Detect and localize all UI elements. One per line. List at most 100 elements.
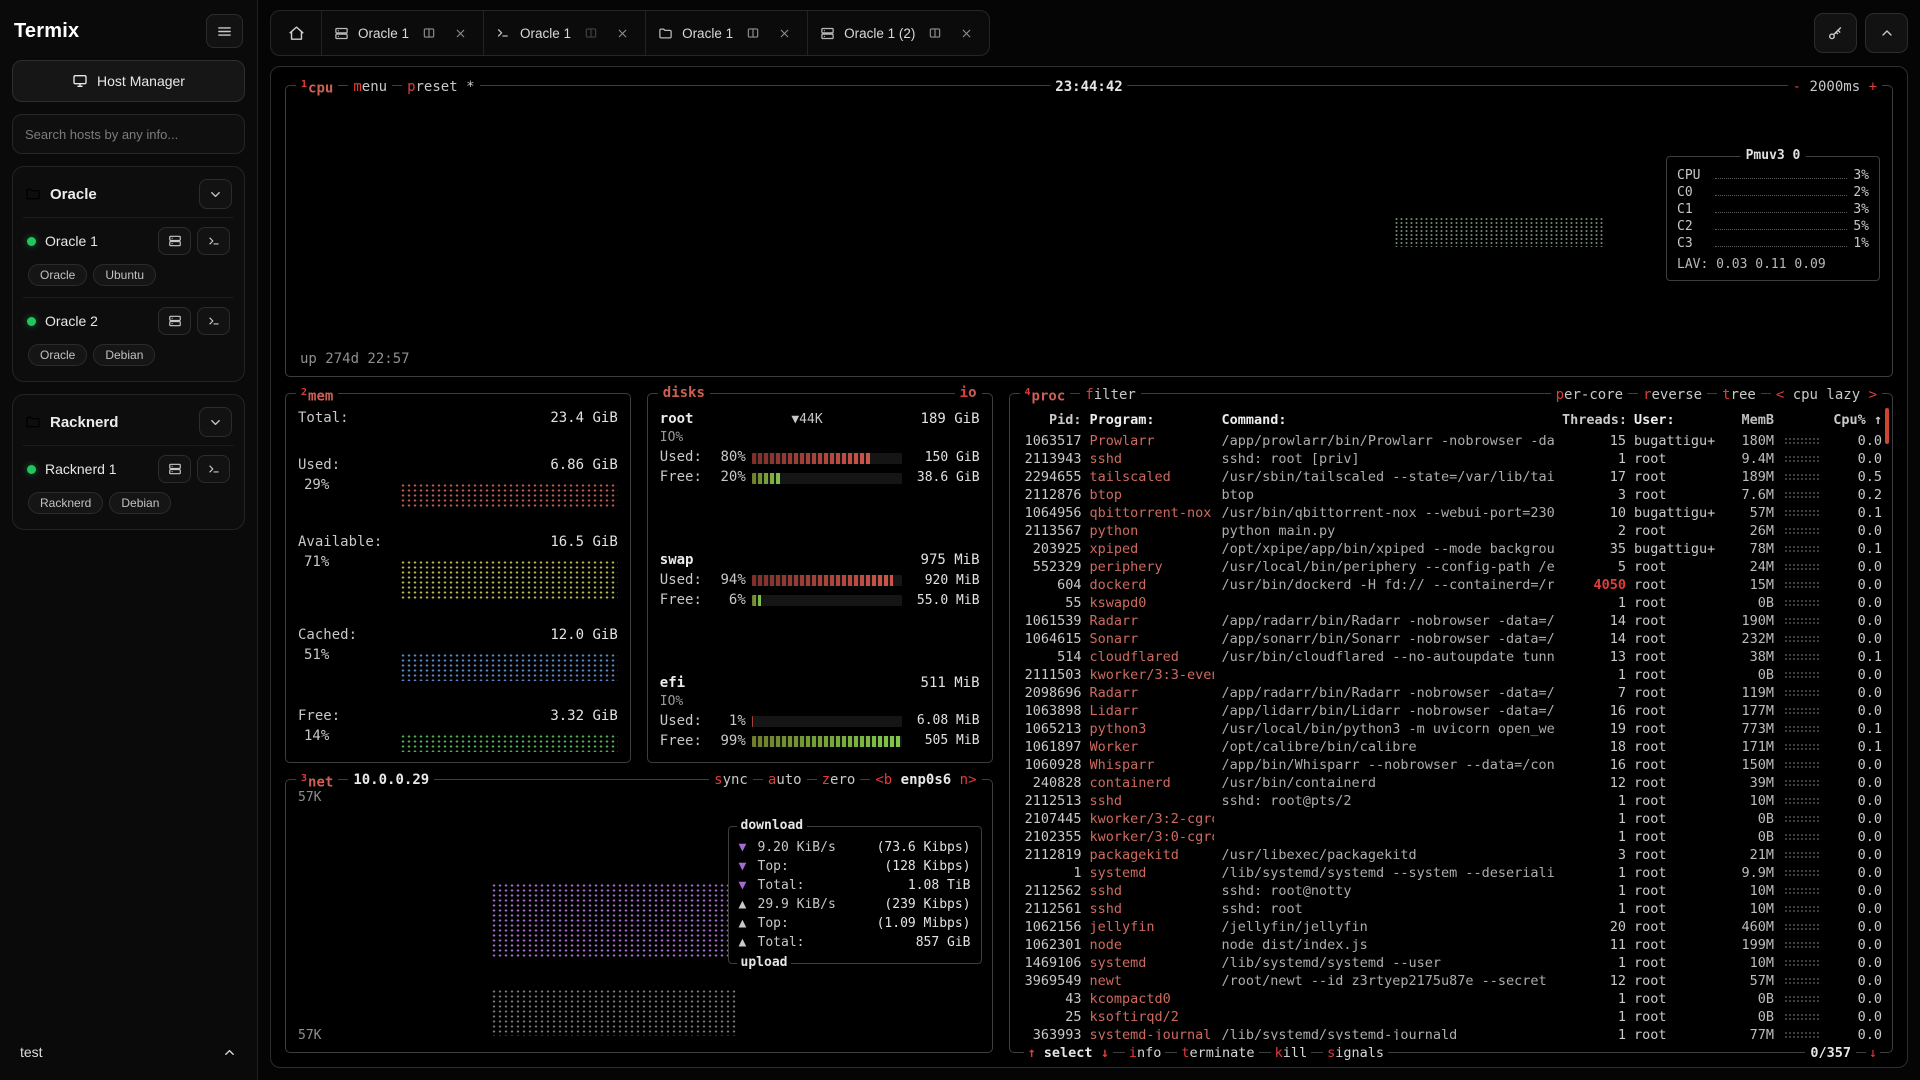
net-interface-switcher[interactable]: <b enp0s6 n>: [870, 771, 981, 789]
process-row[interactable]: 1060928 Whisparr /app/bin/Whisparr --nob…: [1020, 756, 1882, 774]
process-row[interactable]: 43 kcompactd0 1 root 0B 0.0: [1020, 990, 1882, 1008]
host-terminal-button[interactable]: [197, 307, 230, 335]
sidebar-toggle-button[interactable]: [206, 14, 243, 48]
update-interval-control[interactable]: - 2000ms +: [1788, 78, 1882, 96]
collapse-topbar-button[interactable]: [1865, 13, 1908, 53]
process-row[interactable]: 2098696 Radarr /app/radarr/bin/Radarr -n…: [1020, 684, 1882, 702]
split-view-button[interactable]: [742, 22, 764, 44]
process-scrollbar[interactable]: [1885, 408, 1889, 444]
process-row[interactable]: 2113943 sshd sshd: root [priv] 1 root 9.…: [1020, 450, 1882, 468]
group-collapse-button[interactable]: [199, 407, 232, 437]
preset-button[interactable]: preset *: [402, 78, 479, 96]
tab-files-oracle1[interactable]: Oracle 1: [645, 11, 807, 55]
host-connect-button[interactable]: [158, 227, 191, 255]
close-tab-button[interactable]: [611, 22, 633, 44]
process-table-header[interactable]: Pid: Program: Command: Threads: User: Me…: [1020, 410, 1882, 430]
stat-label: Used:: [660, 572, 706, 590]
split-view-button[interactable]: [580, 22, 602, 44]
mem-panel-title[interactable]: 2mem: [296, 384, 338, 406]
process-row[interactable]: 604 dockerd /usr/bin/dockerd -H fd:// --…: [1020, 576, 1882, 594]
info-button[interactable]: info: [1125, 1045, 1166, 1062]
host-item[interactable]: Oracle 2 Oracle Debian: [23, 297, 234, 377]
sidebar-footer-user[interactable]: test: [12, 1038, 245, 1066]
net-panel-title[interactable]: 3net: [296, 770, 338, 792]
process-row[interactable]: 203925 xpiped /opt/xpipe/app/bin/xpiped …: [1020, 540, 1882, 558]
process-row[interactable]: 2112562 sshd sshd: root@notty 1 root 10M…: [1020, 882, 1882, 900]
process-row[interactable]: 2112561 sshd sshd: root 1 root 10M 0.0: [1020, 900, 1882, 918]
proc-panel-title[interactable]: 4proc: [1020, 384, 1071, 406]
group-header[interactable]: Oracle: [23, 177, 234, 217]
net-zero-toggle[interactable]: zero: [817, 771, 861, 789]
process-row[interactable]: 1063517 Prowlarr /app/prowlarr/bin/Prowl…: [1020, 432, 1882, 450]
signals-button[interactable]: signals: [1323, 1045, 1388, 1062]
process-row[interactable]: 2112819 packagekitd /usr/libexec/package…: [1020, 846, 1882, 864]
host-item[interactable]: Racknerd 1 Racknerd Debian: [23, 445, 234, 525]
filter-button[interactable]: filter: [1080, 386, 1141, 404]
host-connect-button[interactable]: [158, 455, 191, 483]
host-manager-button[interactable]: Host Manager: [12, 60, 245, 102]
interval-increase[interactable]: +: [1869, 79, 1877, 95]
close-tab-button[interactable]: [955, 22, 977, 44]
cpu-panel-title[interactable]: 1cpu: [296, 76, 338, 98]
split-view-button[interactable]: [418, 22, 440, 44]
process-row[interactable]: 552329 periphery /usr/local/bin/peripher…: [1020, 558, 1882, 576]
process-row[interactable]: 1064615 Sonarr /app/sonarr/bin/Sonarr -n…: [1020, 630, 1882, 648]
tab-terminal-oracle1[interactable]: Oracle 1: [483, 11, 645, 55]
net-auto-toggle[interactable]: auto: [763, 771, 807, 789]
process-row[interactable]: 3969549 newt /root/newt --id z3rtyep2175…: [1020, 972, 1882, 990]
sort-column-control[interactable]: < cpu lazy >: [1771, 386, 1882, 404]
menu-button[interactable]: menu: [348, 78, 392, 96]
tab-server-oracle1-2[interactable]: Oracle 1 (2): [807, 11, 989, 55]
host-connect-button[interactable]: [158, 307, 191, 335]
host-terminal-button[interactable]: [197, 227, 230, 255]
process-row[interactable]: 363993 systemd-journal /lib/systemd/syst…: [1020, 1026, 1882, 1040]
process-row[interactable]: 1061897 Worker /opt/calibre/bin/calibre …: [1020, 738, 1882, 756]
process-row[interactable]: 1062301 node node dist/index.js 11 root …: [1020, 936, 1882, 954]
process-row[interactable]: 1 systemd /lib/systemd/systemd --system …: [1020, 864, 1882, 882]
process-row[interactable]: 1062156 jellyfin /jellyfin/jellyfin 20 r…: [1020, 918, 1882, 936]
next-interface[interactable]: n>: [960, 772, 977, 788]
process-row[interactable]: 2112513 sshd sshd: root@pts/2 1 root 10M…: [1020, 792, 1882, 810]
kill-button[interactable]: kill: [1271, 1045, 1312, 1062]
host-terminal-button[interactable]: [197, 455, 230, 483]
terminal-pane[interactable]: 1cpu menu preset * 23:44:42 - 2000ms + P…: [270, 66, 1908, 1068]
close-tab-button[interactable]: [773, 22, 795, 44]
admin-tools-button[interactable]: [1814, 13, 1857, 53]
io-mode-toggle[interactable]: io: [955, 384, 982, 402]
tab-server-oracle1[interactable]: Oracle 1: [321, 11, 483, 55]
process-row[interactable]: 1061539 Radarr /app/radarr/bin/Radarr -n…: [1020, 612, 1882, 630]
net-ip-address: 10.0.0.29: [348, 771, 434, 789]
home-tab-button[interactable]: [271, 11, 321, 55]
process-row[interactable]: 2111503 kworker/3:3-even 1 root 0B 0.0: [1020, 666, 1882, 684]
process-row[interactable]: 1064956 qbittorrent-nox /usr/bin/qbittor…: [1020, 504, 1882, 522]
group-collapse-button[interactable]: [199, 179, 232, 209]
net-sync-toggle[interactable]: sync: [709, 771, 753, 789]
process-row[interactable]: 1065213 python3 /usr/local/bin/python3 -…: [1020, 720, 1882, 738]
scroll-down-indicator[interactable]: ↓: [1866, 1045, 1880, 1062]
split-view-button[interactable]: [924, 22, 946, 44]
process-row[interactable]: 55 kswapd0 1 root 0B 0.0: [1020, 594, 1882, 612]
interval-decrease[interactable]: -: [1793, 79, 1801, 95]
search-input[interactable]: [12, 114, 245, 154]
process-row[interactable]: 2112876 btop btop 3 root 7.6M 0.2: [1020, 486, 1882, 504]
process-row[interactable]: 2107445 kworker/3:2-cgro 1 root 0B 0.0: [1020, 810, 1882, 828]
process-row[interactable]: 2294655 tailscaled /usr/sbin/tailscaled …: [1020, 468, 1882, 486]
process-row[interactable]: 240828 containerd /usr/bin/containerd 12…: [1020, 774, 1882, 792]
terminate-button[interactable]: terminate: [1177, 1045, 1258, 1062]
per-core-toggle[interactable]: per-core: [1551, 386, 1628, 404]
group-header[interactable]: Racknerd: [23, 405, 234, 445]
sort-next[interactable]: >: [1869, 387, 1877, 403]
host-item[interactable]: Oracle 1 Oracle Ubuntu: [23, 217, 234, 297]
sort-prev[interactable]: <: [1776, 387, 1784, 403]
process-row[interactable]: 2113567 python python main.py 2 root 26M…: [1020, 522, 1882, 540]
prev-interface[interactable]: <b: [875, 772, 892, 788]
close-tab-button[interactable]: [449, 22, 471, 44]
process-row[interactable]: 2102355 kworker/3:0-cgro 1 root 0B 0.0: [1020, 828, 1882, 846]
process-row[interactable]: 1469106 systemd /lib/systemd/systemd --u…: [1020, 954, 1882, 972]
reverse-toggle[interactable]: reverse: [1638, 386, 1707, 404]
select-control[interactable]: ↑ select ↓: [1024, 1045, 1113, 1062]
process-row[interactable]: 25 ksoftirqd/2 1 root 0B 0.0: [1020, 1008, 1882, 1026]
process-row[interactable]: 1063898 Lidarr /app/lidarr/bin/Lidarr -n…: [1020, 702, 1882, 720]
tree-toggle[interactable]: tree: [1717, 386, 1761, 404]
process-row[interactable]: 514 cloudflared /usr/bin/cloudflared --n…: [1020, 648, 1882, 666]
